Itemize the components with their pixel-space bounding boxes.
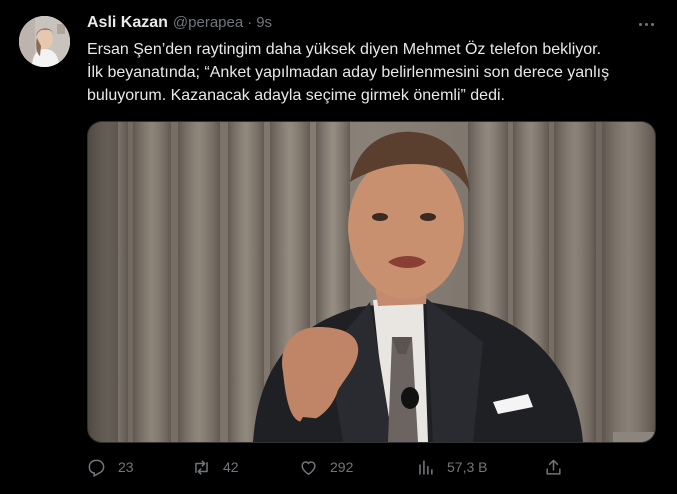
avatar-image bbox=[19, 16, 70, 67]
like-button[interactable]: 292 bbox=[299, 455, 353, 479]
reply-button[interactable]: 23 bbox=[87, 455, 134, 479]
tweet[interactable]: Asli Kazan @perapea · 9s Ersan Şen’den r… bbox=[0, 0, 677, 494]
photo-man-speaking bbox=[88, 122, 655, 442]
action-bar: 23 42 292 57,3 B bbox=[87, 455, 587, 479]
tweet-text-line: İlk beyanatında; “Anket yapılmadan aday … bbox=[87, 64, 610, 81]
share-button[interactable] bbox=[544, 455, 563, 479]
more-button[interactable] bbox=[632, 14, 660, 34]
avatar[interactable] bbox=[19, 16, 70, 67]
tweet-text-line: buluyorum. Kazanacak adayla seçime girme… bbox=[87, 87, 505, 104]
views-count: 57,3 B bbox=[447, 459, 488, 475]
tweet-text-line: Ersan Şen’den raytingim daha yüksek diye… bbox=[87, 41, 602, 58]
tweet-header: Asli Kazan @perapea · 9s bbox=[87, 14, 272, 36]
views-icon bbox=[419, 459, 433, 475]
tweet-image[interactable] bbox=[87, 121, 656, 443]
repost-button[interactable]: 42 bbox=[192, 455, 239, 479]
views-button[interactable]: 57,3 B bbox=[416, 455, 487, 479]
like-count: 292 bbox=[330, 459, 354, 475]
author-name[interactable]: Asli Kazan bbox=[87, 14, 168, 32]
timestamp[interactable]: 9s bbox=[256, 14, 272, 31]
tweet-text: Ersan Şen’den raytingim daha yüksek diye… bbox=[87, 38, 662, 107]
share-icon bbox=[546, 459, 561, 475]
like-icon bbox=[301, 460, 316, 475]
repost-count: 42 bbox=[223, 459, 239, 475]
repost-icon bbox=[195, 459, 208, 475]
reply-count: 23 bbox=[118, 459, 134, 475]
separator-dot: · bbox=[247, 14, 253, 31]
author-handle[interactable]: @perapea bbox=[173, 14, 243, 31]
more-dots-icon bbox=[637, 22, 655, 26]
reply-icon bbox=[88, 459, 105, 477]
